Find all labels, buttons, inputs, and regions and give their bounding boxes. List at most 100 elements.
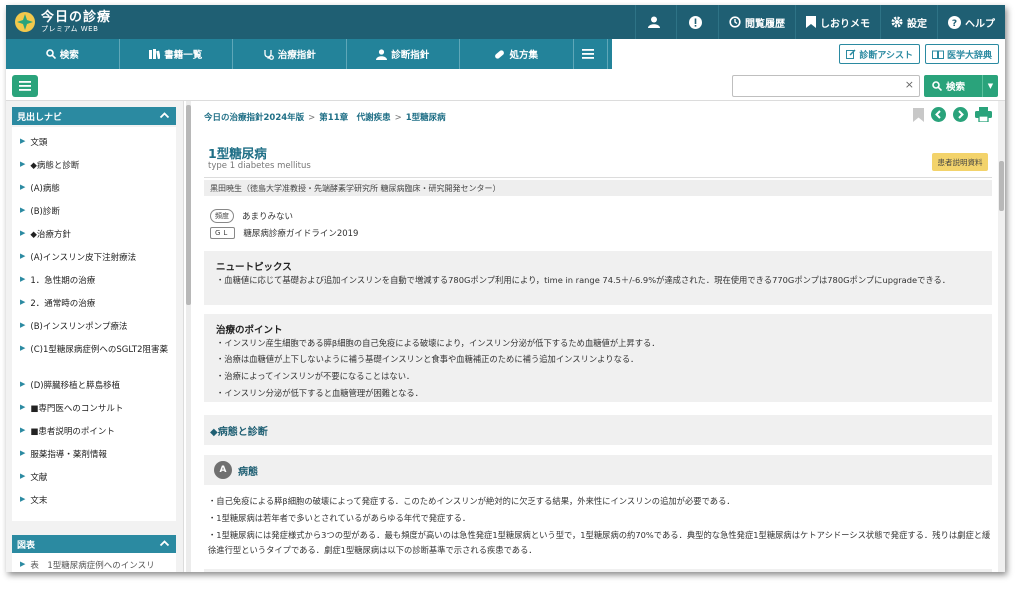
nav-treatment[interactable]: 治療指針 <box>233 39 347 69</box>
nav-books-label: 書籍一覧 <box>164 50 203 61</box>
sidebar-nav-item[interactable]: ▶ ■患者説明のポイント <box>20 425 170 439</box>
search-button[interactable]: 検索 ▼ <box>924 75 998 97</box>
sidebar-nav-item[interactable]: ▶ 2．通常時の治療 <box>20 297 170 311</box>
guideline-tag: GL <box>210 227 236 239</box>
body-paragraph: ・1型糖尿病は若年者で多いとされているがあらゆる年代で発症する． <box>208 513 471 523</box>
logo-mark-icon <box>15 12 35 32</box>
next-arrow-icon[interactable] <box>953 107 968 122</box>
sidebar-toggle-button[interactable] <box>12 75 38 97</box>
search-icon <box>45 49 56 59</box>
sidebar-scroll-thumb[interactable] <box>186 105 191 305</box>
sidebar-nav-item[interactable]: ▶ (A)病態 <box>20 182 170 196</box>
sidebar-nav-item[interactable]: ▶ (C)1型糖尿病症例へのSGLT2阻害薬 <box>20 343 170 357</box>
search-button-label: 検索 <box>946 82 966 93</box>
search-row: × 検索 ▼ <box>6 69 1005 101</box>
history-button[interactable]: 閲覧履歴 <box>718 5 795 39</box>
settings-button[interactable]: 設定 <box>880 5 937 39</box>
sidebar-nav-item[interactable]: ▶ ■専門医へのコンサルト <box>20 402 170 416</box>
triangle-right-icon: ▶ <box>20 298 26 306</box>
nav-prescriptions[interactable]: 処方集 <box>460 39 574 69</box>
frequency-value: あまりみない <box>242 212 294 222</box>
stethoscope-icon <box>264 49 274 60</box>
triangle-right-icon: ▶ <box>20 321 26 329</box>
help-icon: ? <box>948 15 961 29</box>
author-line: 黒田暁生（徳島大学准教授・先端酵素学研究所 糖尿病臨床・研究開発センター） <box>204 180 992 196</box>
nav-prescriptions-label: 処方集 <box>509 50 538 61</box>
nav-treatment-label: 治療指針 <box>277 50 316 61</box>
triangle-right-icon: ▶ <box>20 252 26 260</box>
sidebar-nav-item-label: 文頭 <box>30 138 48 148</box>
user-button[interactable] <box>635 5 676 39</box>
sidebar-nav-item-label: 文末 <box>30 496 48 506</box>
print-icon[interactable] <box>975 107 992 122</box>
sidebar-nav-item-label: (C)1型糖尿病症例へのSGLT2阻害薬 <box>30 345 169 355</box>
sidebar-nav-list: ▶ 文頭 ▶ ◆病態と診断 ▶ (A)病態 ▶ (B)診断 ▶ ◆治療方針 ▶ (A)インスリン皮下注… <box>12 127 176 521</box>
sidebar-nav-item[interactable]: ▶ 文末 <box>20 494 170 508</box>
logo[interactable]: 今日の診療 プレミアム WEB <box>6 5 111 39</box>
clear-search-icon[interactable]: × <box>905 78 914 91</box>
nav-menu-button[interactable] <box>574 39 608 69</box>
breadcrumb-chapter[interactable]: 第11章 代謝疾患 <box>319 113 390 123</box>
news-topics-box: ニュートピックス ・血糖値に応じて基礎および追加インスリンを自動で増減する780… <box>204 251 992 305</box>
content-scrollbar[interactable] <box>998 101 1005 572</box>
sidebar-scrollbar[interactable] <box>186 101 191 572</box>
sidebar-nav-item[interactable]: ▶ 文頭 <box>20 136 170 150</box>
guideline-value[interactable]: 糖尿病診療ガイドライン2019 <box>243 227 358 239</box>
frequency-tag: 頻度 <box>210 209 234 223</box>
pill-icon <box>495 49 505 59</box>
nav-books[interactable]: 書籍一覧 <box>120 39 233 69</box>
sidebar-nav-item[interactable]: ▶ (B)診断 <box>20 205 170 219</box>
triangle-right-icon: ▶ <box>20 137 26 145</box>
search-input[interactable]: × <box>732 75 920 97</box>
sidebar-nav-title: 見出しナビ <box>17 112 63 123</box>
content-scroll-thumb[interactable] <box>999 161 1004 211</box>
sidebar-nav-item[interactable]: ▶ ◆治療方針 <box>20 228 170 242</box>
sidebar-nav-item-label: (B)インスリンポンプ療法 <box>30 322 128 332</box>
search-dropdown-icon[interactable]: ▼ <box>982 75 998 97</box>
sidebar-figures-header[interactable]: 図表 <box>12 535 176 553</box>
body-paragraph: ・自己免疫による膵β細胞の破壊によって発症する．このためインスリンが絶対的に欠乏… <box>208 496 735 506</box>
nav-diagnosis[interactable]: 診断指針 <box>347 39 460 69</box>
medical-dictionary-button[interactable]: 医学大辞典 <box>924 44 999 64</box>
sidebar-nav-item[interactable]: ▶ 1．急性期の治療 <box>20 274 170 288</box>
triangle-right-icon: ▶ <box>20 206 26 214</box>
bookmark-icon[interactable] <box>913 107 924 122</box>
sidebar-nav-item[interactable]: ▶ 文献 <box>20 471 170 485</box>
bookmark-memo-label: しおりメモ <box>820 18 870 30</box>
sidebar-nav-header[interactable]: 見出しナビ <box>12 107 176 125</box>
breadcrumb-book[interactable]: 今日の治療指針2024年版 <box>204 113 304 123</box>
diagnosis-assist-button[interactable]: 診断アシスト <box>839 44 920 64</box>
treatment-point-item: ・インスリン産生細胞である膵β細胞の自己免疫による破壊により，インスリン分泌が低… <box>216 338 660 348</box>
triangle-right-icon: ▶ <box>20 160 26 168</box>
books-icon <box>149 49 161 59</box>
sidebar-nav-item[interactable]: ▶ (B)インスリンポンプ療法 <box>20 320 170 334</box>
sidebar-figure-item[interactable]: ▶ 表 1型糖尿病症例へのインスリ <box>20 559 170 572</box>
sidebar-nav-item-label: (A)病態 <box>30 184 60 194</box>
notice-button[interactable] <box>676 5 718 39</box>
book-open-icon <box>931 50 944 59</box>
treatment-points-box: 治療のポイント ・インスリン産生細胞である膵β細胞の自己免疫による破壊により，イ… <box>204 314 992 402</box>
sidebar-nav-item[interactable]: ▶ ◆病態と診断 <box>20 159 170 173</box>
sidebar-nav-item[interactable]: ▶ (A)インスリン皮下注射療法 <box>20 251 170 265</box>
prev-arrow-icon[interactable] <box>931 107 946 122</box>
help-button[interactable]: ? ヘルプ <box>937 5 1005 39</box>
patient-material-button[interactable]: 患者説明資料 <box>932 153 988 171</box>
sidebar-nav-item[interactable]: ▶ (D)膵臓移植と膵島移植 <box>20 379 170 393</box>
sidebar-nav-item-label: ◆病態と診断 <box>30 161 80 171</box>
breadcrumb-current[interactable]: 1型糖尿病 <box>406 113 446 123</box>
triangle-right-icon: ▶ <box>20 275 26 283</box>
nav-search[interactable]: 検索 <box>6 39 120 69</box>
treatment-points-title: 治療のポイント <box>216 325 283 336</box>
article-pane: 今日の治療指針2024年版 > 第11章 代謝疾患 >1型糖尿病 1型糖尿病 type… <box>196 101 996 572</box>
sidebar-nav-item[interactable]: ▶ 服薬指導・薬剤情報 <box>20 448 170 462</box>
treatment-point-item: ・治療は血糖値が上下しないように補う基礎インスリンと食事や血糖補正のために補う追… <box>216 354 639 364</box>
exclamation-icon <box>689 15 702 29</box>
nav-diagnosis-label: 診断指針 <box>391 50 430 61</box>
sidebar-nav-item-label: ■患者説明のポイント <box>30 427 115 437</box>
section-a-badge: A <box>214 461 232 479</box>
main-nav: 検索 書籍一覧 治療指針 診断指針 処方集 診断アシスト 医学大辞典 <box>6 39 1005 69</box>
sidebar-nav-item-label: ■専門医へのコンサルト <box>30 404 124 414</box>
bookmark-memo-button[interactable]: しおりメモ <box>795 5 880 39</box>
news-topics-title: ニュートピックス <box>216 262 292 273</box>
nav-search-label: 検索 <box>59 50 79 61</box>
